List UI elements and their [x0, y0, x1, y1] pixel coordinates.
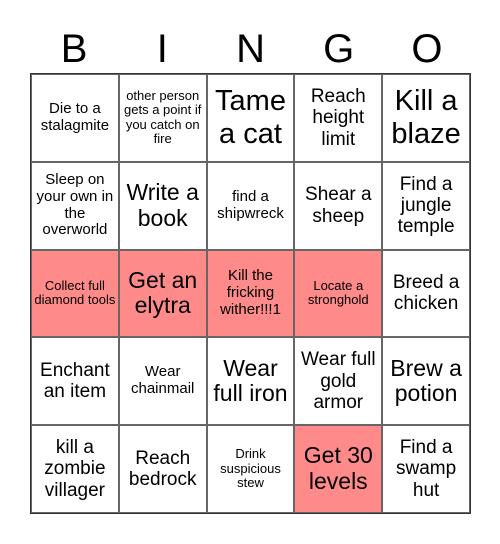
cell-label: Write a book: [126, 178, 199, 231]
bingo-cell[interactable]: Kill a blaze: [382, 74, 470, 162]
bingo-cell[interactable]: Tame a cat: [206, 74, 295, 162]
cell-label: kill a zombie villager: [44, 437, 106, 501]
cell-label: Breed a chicken: [392, 272, 460, 315]
bingo-cell[interactable]: Reach bedrock: [118, 425, 207, 513]
cell-label: Die to a stalagmite: [40, 100, 110, 134]
bingo-cell[interactable]: Write a book: [118, 161, 207, 250]
bingo-header: B I N G O: [30, 22, 471, 72]
bingo-cell[interactable]: Wear full gold armor: [294, 337, 383, 426]
bingo-cell[interactable]: Shear a sheep: [294, 161, 383, 250]
cell-label: Wear full gold armor: [300, 349, 376, 413]
bingo-cell-marked[interactable]: Kill the fricking wither!!!1: [206, 249, 295, 338]
cell-label: Wear chainmail: [131, 363, 195, 398]
bingo-cell[interactable]: Find a swamp hut: [382, 425, 470, 513]
bingo-cell-marked[interactable]: Collect full diamond tools: [31, 249, 119, 338]
cell-label: Tame a cat: [215, 84, 286, 150]
cell-label: Locate a stronghold: [307, 277, 369, 308]
cell-label: Wear full iron: [213, 354, 288, 407]
bingo-cell-marked[interactable]: Get 30 levels: [294, 425, 383, 513]
header-letter-n: N: [236, 27, 265, 71]
bingo-cell[interactable]: Wear chainmail: [118, 337, 207, 426]
cell-label: other person gets a point if you catch o…: [124, 87, 202, 147]
bingo-cell[interactable]: Die to a stalagmite: [31, 74, 119, 162]
header-letter-i: I: [156, 27, 168, 71]
cell-label: find a shipwreck: [217, 187, 284, 222]
bingo-cell-marked[interactable]: Get an elytra: [118, 249, 207, 338]
cell-label: Get an elytra: [128, 266, 198, 319]
cell-label: Brew a potion: [390, 354, 462, 407]
bingo-cell[interactable]: Sleep on your own in the overworld: [31, 161, 119, 250]
bingo-cell[interactable]: Brew a potion: [382, 337, 470, 426]
bingo-cell[interactable]: Reach height limit: [294, 74, 383, 162]
bingo-cell[interactable]: Wear full iron: [206, 337, 295, 426]
bingo-cell-marked[interactable]: Locate a stronghold: [294, 249, 383, 338]
cell-label: Enchant an item: [40, 360, 110, 403]
cell-label: Get 30 levels: [303, 442, 373, 495]
cell-label: Drink suspicious stew: [220, 446, 281, 491]
bingo-cell[interactable]: Drink suspicious stew: [206, 425, 295, 513]
bingo-cell[interactable]: find a shipwreck: [206, 161, 295, 250]
bingo-grid: Die to a stalagmite other person gets a p…: [30, 73, 471, 514]
cell-label: Kill the fricking wither!!!1: [220, 267, 281, 318]
bingo-cell[interactable]: Find a jungle temple: [382, 161, 470, 250]
bingo-cell[interactable]: Breed a chicken: [382, 249, 470, 338]
cell-label: Collect full diamond tools: [34, 277, 116, 308]
cell-label: Kill a blaze: [391, 84, 461, 150]
cell-label: Find a swamp hut: [396, 437, 457, 501]
cell-label: Sleep on your own in the overworld: [36, 171, 114, 239]
cell-label: Shear a sheep: [305, 184, 372, 227]
cell-label: Reach height limit: [310, 86, 366, 150]
bingo-cell[interactable]: kill a zombie villager: [31, 425, 119, 513]
header-letter-g: G: [323, 27, 355, 71]
cell-label: Find a jungle temple: [397, 173, 455, 238]
bingo-cell[interactable]: Enchant an item: [31, 337, 119, 426]
cell-label: Reach bedrock: [128, 447, 197, 491]
bingo-cell[interactable]: other person gets a point if you catch o…: [118, 74, 207, 162]
header-letter-o: O: [411, 27, 443, 71]
header-letter-b: B: [60, 27, 88, 71]
